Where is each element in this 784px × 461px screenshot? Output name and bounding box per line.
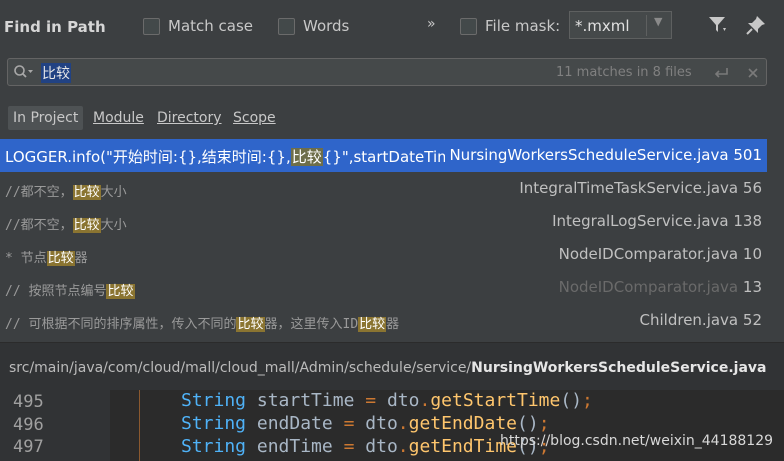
code-line: String endTime = dto.getEndTime(); xyxy=(181,436,550,457)
words-label[interactable]: Words xyxy=(303,17,349,35)
result-file: IntegralTimeTaskService.java 56 xyxy=(519,179,762,197)
result-code: * 节点比较器 xyxy=(5,251,88,266)
search-query[interactable]: 比较 xyxy=(41,63,71,83)
tab-module[interactable]: Module xyxy=(93,106,144,130)
dropdown-divider xyxy=(646,15,647,36)
result-row[interactable]: //都不空，比较大小 IntegralTimeTaskService.java … xyxy=(0,172,767,205)
search-field[interactable]: 比较 11 matches in 8 files xyxy=(7,58,767,86)
result-row[interactable]: // 按照节点编号比较 NodeIDComparator.java 13 xyxy=(0,271,767,304)
indent-guide xyxy=(139,390,140,461)
chevron-down-icon[interactable]: ▼ xyxy=(654,15,662,28)
file-mask-dropdown[interactable]: *.mxml ▼ xyxy=(569,11,672,39)
search-icon[interactable] xyxy=(13,64,35,84)
filter-icon[interactable] xyxy=(707,14,729,41)
result-row[interactable]: //都不空，比较大小 IntegralLogService.java 138 xyxy=(0,205,767,238)
pin-icon[interactable] xyxy=(745,14,767,41)
result-code: //都不空，比较大小 xyxy=(5,185,127,200)
watermark: https://blog.csdn.net/weixin_44188129 xyxy=(500,433,774,449)
more-options-chevron-icon[interactable]: » xyxy=(427,16,436,32)
tab-label: In Project xyxy=(13,110,79,126)
match-case-label[interactable]: Match case xyxy=(168,17,253,35)
result-code: //都不空，比较大小 xyxy=(5,218,127,233)
file-path: src/main/java/com/cloud/mall/cloud_mall/… xyxy=(9,360,767,376)
result-row[interactable]: * 节点比较器 NodeIDComparator.java 10 xyxy=(0,238,767,271)
line-number: 496 xyxy=(13,415,44,435)
result-row[interactable]: // 可根据不同的排序属性，传入不同的比较器，这里传入ID比较器 Childre… xyxy=(0,304,767,337)
tab-in-project[interactable]: In Project xyxy=(8,106,84,130)
find-header: Find in Path Match case Words » File mas… xyxy=(0,0,784,54)
result-row-selected[interactable]: LOGGER.info("开始时间:{},结束时间:{},比较{}",start… xyxy=(0,139,767,172)
results-list: LOGGER.info("开始时间:{},结束时间:{},比较{}",start… xyxy=(0,139,767,342)
file-path-bar: src/main/java/com/cloud/mall/cloud_mall/… xyxy=(0,342,784,390)
file-mask-value: *.mxml xyxy=(575,17,630,35)
file-mask-label[interactable]: File mask: xyxy=(485,17,560,35)
result-file: NodeIDComparator.java 10 xyxy=(558,245,762,263)
result-code: // 可根据不同的排序属性，传入不同的比较器，这里传入ID比较器 xyxy=(5,317,400,332)
clear-icon[interactable] xyxy=(746,65,760,84)
code-line: String startTime = dto.getStartTime(); xyxy=(181,390,593,411)
line-number: 497 xyxy=(13,437,44,457)
result-file: NodeIDComparator.java 13 xyxy=(558,278,762,296)
result-file: NursingWorkersScheduleService.java 501 xyxy=(445,146,762,164)
tab-label: Module xyxy=(93,110,144,126)
line-number: 495 xyxy=(13,392,44,412)
result-code: // 按照节点编号比较 xyxy=(5,284,135,299)
words-checkbox[interactable] xyxy=(278,18,295,35)
result-code: LOGGER.info("开始时间:{},结束时间:{},比较{}",start… xyxy=(5,148,452,166)
match-count: 11 matches in 8 files xyxy=(556,65,692,80)
tab-label: Directory xyxy=(157,110,222,126)
match-case-checkbox[interactable] xyxy=(143,18,160,35)
result-file: IntegralLogService.java 138 xyxy=(552,212,762,230)
tab-directory[interactable]: Directory xyxy=(157,106,222,130)
file-mask-checkbox[interactable] xyxy=(460,18,477,35)
tab-scope[interactable]: Scope xyxy=(233,106,276,130)
result-file: Children.java 52 xyxy=(639,311,762,329)
tab-label: Scope xyxy=(233,110,276,126)
dialog-title: Find in Path xyxy=(4,18,106,36)
enter-newline-icon[interactable] xyxy=(711,65,731,85)
results-scrollbar[interactable] xyxy=(767,139,784,342)
code-line: String endDate = dto.getEndDate(); xyxy=(181,413,550,434)
